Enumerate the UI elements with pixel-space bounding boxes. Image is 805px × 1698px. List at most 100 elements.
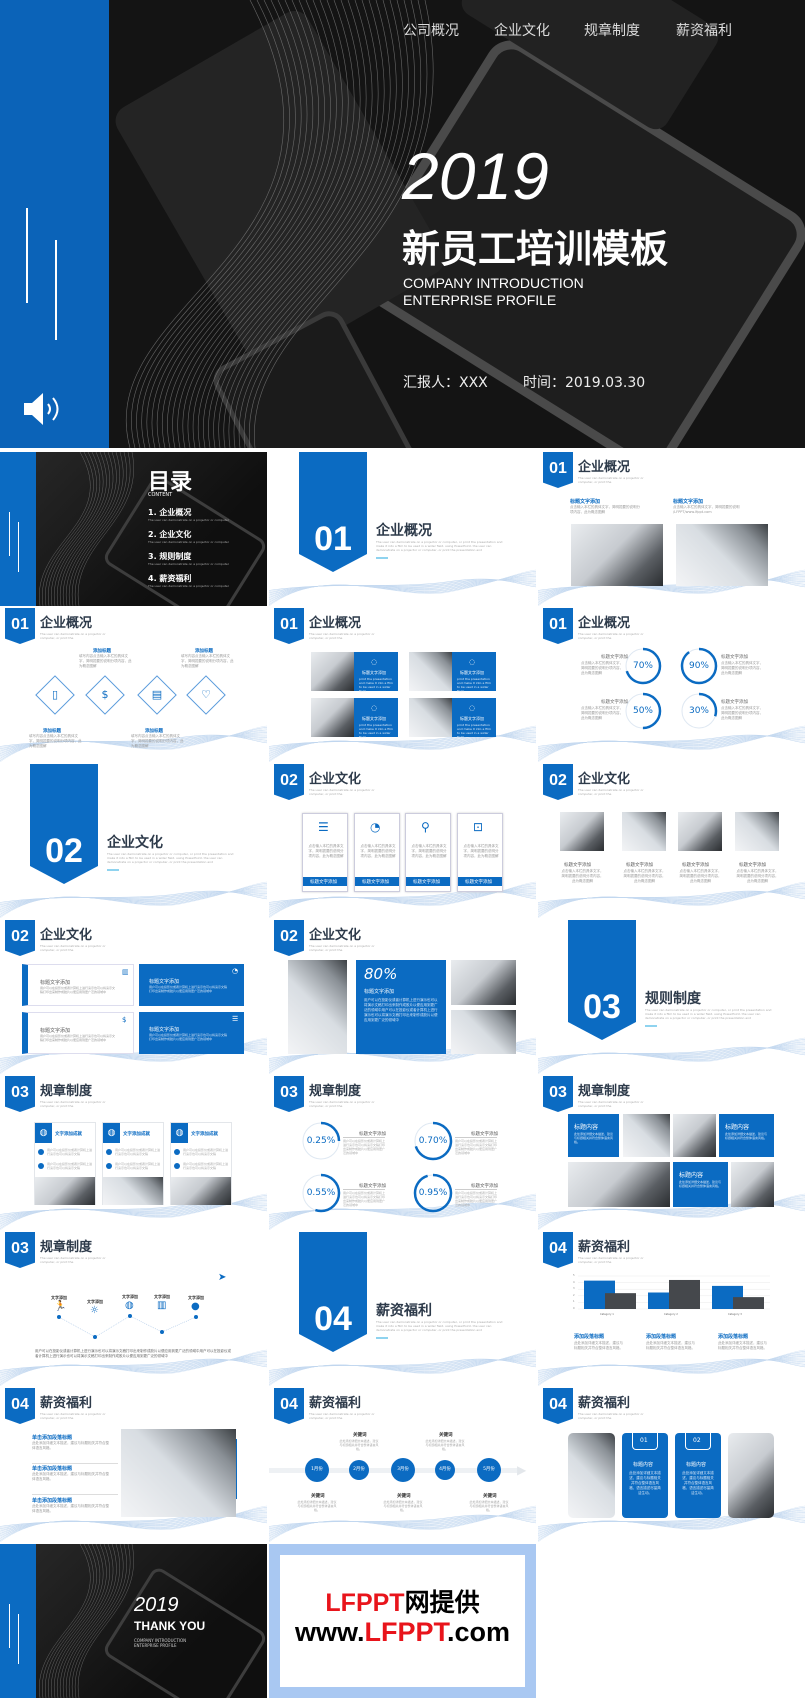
slide-thumbnail[interactable]: 02 企业文化 The user can demonstrate on a proj… [269, 920, 536, 1074]
info-box[interactable]: 标题文字添加 用户可以在投影仪或者计算机上进行演示也可以将演示文稿打印出来制作成胶… [22, 964, 134, 1006]
section-title: 薪资福利 [376, 1303, 432, 1319]
info-box[interactable]: ◌ 标题文字添加 print the presentation and make i… [354, 652, 398, 693]
info-box[interactable]: 标题文字添加 用户可以在投影仪或者计算机上进行演示也可以将演示文稿打印出来制作成胶… [139, 1012, 244, 1054]
slide-thumbnail[interactable]: 03 规章制度 The user can demonstrate on a proj… [269, 1076, 536, 1230]
nav-company-overview[interactable]: 公司概况 [403, 20, 459, 40]
section-number-badge: 04 [299, 1232, 367, 1352]
y-tick-label: 2 [573, 1293, 575, 1297]
photo [676, 524, 768, 586]
info-box[interactable]: ◌ 标题文字添加 print the presentation and make i… [354, 698, 398, 739]
slide-thumbnail[interactable]: 01 企业概况 The user can demonstrate on a proj… [538, 608, 805, 762]
card-label: 标题内容 [633, 1462, 654, 1468]
slide-thumbnail[interactable]: LFPPT网提供 www.LFPPT.com [269, 1544, 536, 1698]
keyword-text: 此处添加详细文本描述，建议与标题相关并符合整体语言风格。 [383, 1500, 423, 1512]
slide-thumbnail[interactable]: 01 企业概况 The user can demonstrate on a proj… [538, 452, 805, 606]
ring-rule [343, 1137, 385, 1138]
feature-card[interactable]: ⊡ 点击输入本栏的具体文字，简明扼要的说明分项内容，此为概念图解 标题文字添加 [457, 813, 503, 892]
rule-card[interactable]: ◍ 文字添加成就 用户可以在投影仪或者计算机上进行演示也可以将演示文稿 用户可以在投影… [102, 1122, 164, 1205]
slide-thumbnail[interactable]: 04 薪资福利 The user can demonstrate on a proj… [269, 1232, 536, 1386]
toc-item: 4. 薪资福利 [148, 574, 192, 583]
month-node[interactable]: 4月份 [435, 1460, 455, 1480]
bar [605, 1293, 636, 1309]
slide-thumbnail[interactable]: 03 规章制度 The user can demonstrate on a proj… [538, 1076, 805, 1230]
timeline-label: 文字添加 [188, 1295, 204, 1300]
item-text: 填写内容点击输入本栏的具体文字，简明扼要的说明分项内容，此为概念图解 [181, 654, 234, 668]
box-text: 用户可以在投影仪或者计算机上进行演示也可以将演示文稿打印出来制作成胶片以便应用到… [149, 985, 228, 993]
month-node[interactable]: 1月份 [305, 1458, 329, 1482]
card-footer: 标题文字添加 [406, 877, 450, 886]
paragraph-heading: 添加段落标题 [574, 1334, 605, 1340]
slide-title: 企业概况 [578, 616, 631, 631]
keyword-text: 此处添加详细文本描述，建议与标题相关并符合整体语言风格。 [425, 1439, 465, 1451]
content-card[interactable]: 01 标题内容 此处添加详细文本描述，建议与标题相关并符合整体语言风格，语言描述尽量… [622, 1433, 668, 1518]
date: 时间：2019.03.30 [523, 375, 646, 391]
content-card[interactable]: 02 标题内容 此处添加详细文本描述，建议与标题相关并符合整体语言风格，语言描述尽量… [675, 1433, 721, 1518]
slide-thumbnail[interactable]: 02 企业文化 The user can demonstrate on a proj… [0, 920, 267, 1074]
rule-card[interactable]: ◍ 文字添加成就 用户可以在投影仪或者计算机上进行演示也可以将演示文稿 用户可以在投影… [34, 1122, 96, 1205]
ad-panel[interactable]: LFPPT网提供 www.LFPPT.com [280, 1555, 525, 1687]
feature-card[interactable]: ☰ 点击输入本栏的具体文字，简明扼要的说明分项内容，此为概念图解 标题文字添加 [302, 813, 348, 892]
slide-thumbnail[interactable]: 04 薪资福利 The user can demonstrate on a proj… [538, 1232, 805, 1386]
slide-thumbnail[interactable]: 01 企业概况 The user can demonstrate on a proj… [0, 608, 267, 762]
month-node[interactable]: 3月份 [391, 1458, 415, 1482]
photo [35, 1177, 95, 1205]
box-text: 此处添加详细文本描述，建议与标题相关并符合整体语言风格。 [679, 1180, 722, 1188]
slide-thumbnail[interactable]: 03 规章制度 The user can demonstrate on a proj… [0, 1232, 267, 1386]
info-box[interactable]: 标题内容 此处添加详细文本描述，建议与标题相关并符合整体语言风格。 [719, 1114, 774, 1157]
step-dot [174, 1163, 180, 1169]
step-dot [106, 1163, 112, 1169]
info-box[interactable]: ◌ 标题文字添加 print the presentation and make i… [452, 698, 496, 739]
keyword: 关键词 [439, 1433, 453, 1438]
slide-thumbnail[interactable]: 02 企业文化 The user can demonstrate on a proj… [269, 764, 536, 918]
box-icon: ◌ [371, 658, 378, 666]
nav-corporate-culture[interactable]: 企业文化 [494, 20, 550, 40]
box-icon: ▥ [122, 968, 129, 976]
ring-value: 70% [632, 661, 653, 671]
info-box[interactable]: 标题内容 此处添加详细文本描述，建议与标题相关并符合整体语言风格。 [568, 1114, 619, 1157]
slide-thumbnail[interactable]: 03 规章制度 The user can demonstrate on a proj… [0, 1076, 267, 1230]
slide-thumbnail[interactable]: 目录 CONTENT 1. 企业概况 The user can demonstrate… [0, 452, 267, 606]
ring-rule [455, 1137, 497, 1138]
info-box[interactable]: 标题内容 此处添加详细文本描述，建议与标题相关并符合整体语言风格。 [673, 1162, 728, 1207]
info-box[interactable]: ◌ 标题文字添加 print the presentation and make i… [452, 652, 496, 693]
box-icon: ◌ [371, 704, 378, 712]
photo [451, 960, 516, 1005]
box-text: print the presentation and make it into … [359, 677, 393, 693]
month-node[interactable]: 2月份 [349, 1460, 369, 1480]
keyword-text: 此处添加详细文本描述，建议与标题相关并符合整体语言风格。 [339, 1439, 379, 1451]
slide-thumbnail[interactable]: 04 薪资福利 The user can demonstrate on a proj… [269, 1388, 536, 1542]
box-text: 用户可以在投影仪或者计算机上进行演示也可以将演示文稿打印出来制作成胶片以便应用到… [40, 986, 116, 994]
ring-text: 用户可以在投影仪或者计算机上进行演示也可以将演示文稿打印出来制作成胶片以便应用到… [343, 1139, 386, 1155]
accent-bar [0, 0, 109, 448]
slide-thumbnail[interactable]: 02 企业文化 The user can demonstrate on a proj… [0, 764, 267, 918]
box-label: 标题文字添加 [362, 716, 386, 721]
ring-value: 0.95% [418, 1188, 448, 1198]
slide-thumbnail[interactable]: 02 企业文化 The user can demonstrate on a proj… [538, 764, 805, 918]
ad-url[interactable]: www.LFPPT.com [280, 1617, 525, 1648]
nav-salary-benefits[interactable]: 薪资福利 [676, 20, 732, 40]
card-footer-label: 标题文字添加 [362, 880, 389, 885]
slide-thumbnail[interactable]: 03 规则制度 The user can demonstrate on a proj… [538, 920, 805, 1074]
nav-rules[interactable]: 规章制度 [584, 20, 640, 40]
photo [731, 1162, 774, 1207]
slide-thumbnail[interactable]: 01 企业概况 The user can demonstrate on a proj… [269, 608, 536, 762]
decor-line [26, 208, 28, 303]
rule-card[interactable]: ◍ 文字添加成就 用户可以在投影仪或者计算机上进行演示也可以将演示文稿 用户可以在投影… [170, 1122, 232, 1205]
feature-label: 标题文字添加 [364, 989, 395, 995]
box-label: 标题内容 [725, 1124, 750, 1131]
photo [171, 1177, 231, 1205]
speaker-icon[interactable] [24, 392, 68, 426]
section-desc: The user can demonstrate on a projector … [376, 540, 503, 552]
box-text: 用户可以在投影仪或者计算机上进行演示也可以将演示文稿打印出来制作成胶片以便应用到… [40, 1034, 116, 1042]
slide-thumbnail[interactable]: 04 薪资福利 The user can demonstrate on a proj… [538, 1388, 805, 1542]
feature-card[interactable]: ◔ 点击输入本栏的具体文字，简明扼要的说明分项内容，此为概念图解 标题文字添加 [354, 813, 400, 892]
month-node[interactable]: 5月份 [477, 1458, 501, 1482]
accent-dash [645, 1025, 657, 1027]
info-box[interactable]: 标题文字添加 用户可以在投影仪或者计算机上进行演示也可以将演示文稿打印出来制作成胶… [139, 964, 244, 1006]
slide-thumbnail[interactable]: 01 企业概况 The user can demonstrate on a proj… [269, 452, 536, 606]
feature-card[interactable]: ⚲ 点击输入本栏的具体文字，简明扼要的说明分项内容，此为概念图解 标题文字添加 [405, 813, 451, 892]
slide-thumbnail[interactable]: 04 薪资福利 The user can demonstrate on a proj… [0, 1388, 267, 1542]
slide-thumbnail[interactable]: 2019 THANK YOU COMPANY INTRODUCTION ENTERPR… [0, 1544, 267, 1698]
info-box[interactable]: 标题文字添加 用户可以在投影仪或者计算机上进行演示也可以将演示文稿打印出来制作成胶… [22, 1012, 134, 1054]
timeline-label: 文字添加 [87, 1299, 103, 1304]
